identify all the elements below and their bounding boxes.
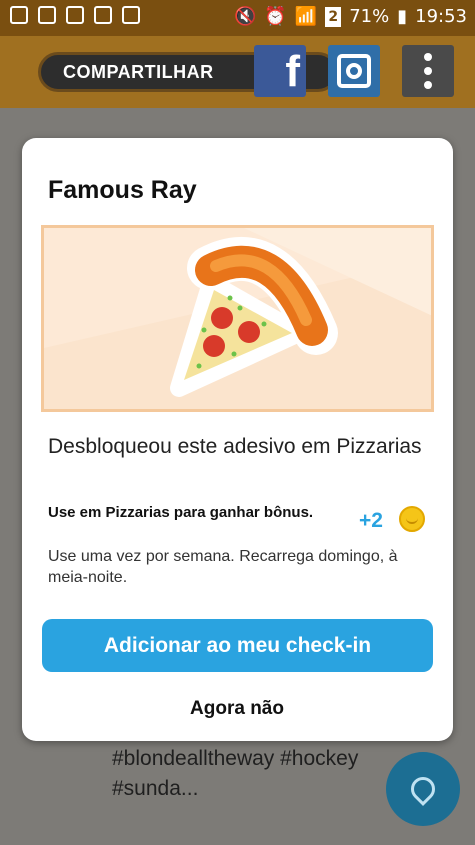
facebook-icon[interactable]: f: [254, 45, 306, 97]
clipboard-icon: [94, 6, 112, 24]
more-vert-icon[interactable]: [402, 45, 454, 97]
instagram-icon[interactable]: [328, 45, 380, 97]
sim-indicator: 2: [325, 6, 342, 27]
alarm-icon: ⏰: [264, 6, 287, 27]
bonus-description: Use uma vez por semana. Recarrega doming…: [48, 548, 398, 586]
mute-icon: 🔇: [233, 6, 257, 27]
background-caption: #blondealltheway #hockey #sunda...: [112, 747, 359, 800]
dialog-title: Famous Ray: [48, 176, 197, 204]
not-now-button[interactable]: Agora não: [152, 693, 322, 725]
sticker-banner: [41, 225, 434, 412]
settings-icon: [66, 6, 84, 24]
system-icons: 🔇 ⏰ 📶 2 71% ▮ 19:53: [234, 6, 467, 27]
gallery-icon: [10, 6, 28, 24]
bonus-title: Use em Pizzarias para ganhar bônus.: [48, 504, 314, 521]
pizza-slice-sticker: [44, 228, 431, 397]
add-to-checkin-button[interactable]: Adicionar ao meu check-in: [42, 619, 433, 672]
status-bar: 🔇 ⏰ 📶 2 71% ▮ 19:53: [0, 0, 475, 36]
voicemail-icon: [122, 6, 140, 24]
battery-icon: ▮: [397, 6, 408, 27]
notification-icons: [10, 6, 140, 24]
coin-icon: [399, 506, 425, 532]
bonus-points: +2: [359, 509, 383, 532]
battery-percent: 71%: [349, 6, 390, 27]
unlock-description: Desbloqueou este adesivo em Pizzarias: [48, 435, 422, 458]
clock: 19:53: [415, 6, 467, 27]
location-pin-icon: [406, 772, 440, 806]
sticker-unlocked-dialog: Famous Ray Desbloqueou este adesivo em P…: [22, 138, 453, 741]
wifi-icon: 📶: [294, 6, 318, 27]
checkin-fab[interactable]: [386, 752, 460, 826]
download-icon: [38, 6, 56, 24]
instagram-lens: [346, 63, 362, 79]
